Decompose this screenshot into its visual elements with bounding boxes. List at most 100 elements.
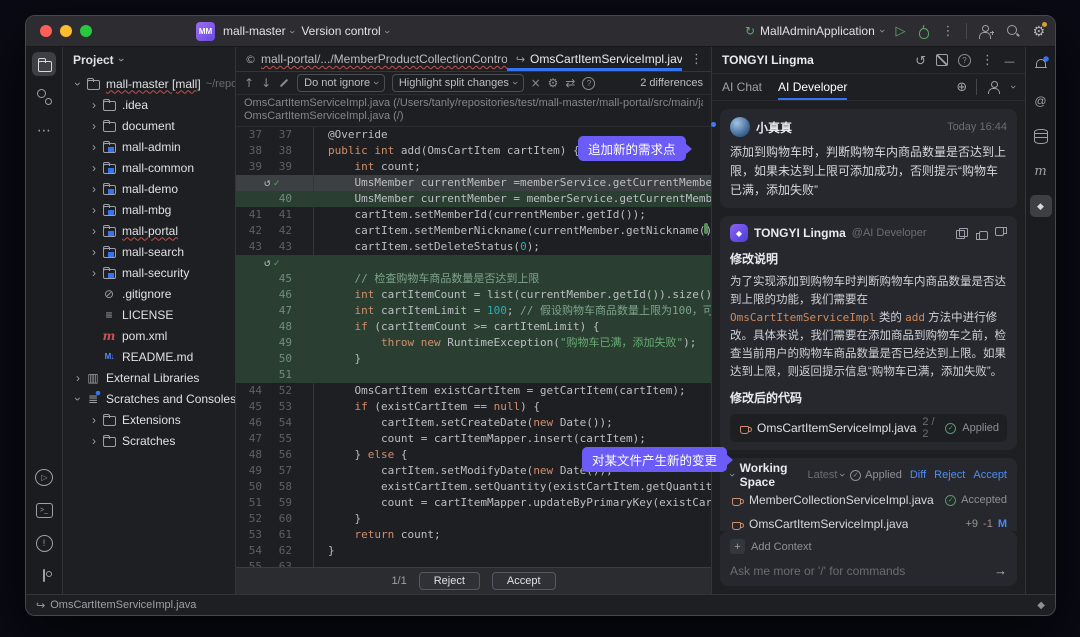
tool-strip-icon[interactable] bbox=[32, 531, 56, 555]
help-icon[interactable] bbox=[958, 53, 971, 67]
editor-tab-inactive[interactable]: mall-portal/.../MemberProductCollectionC… bbox=[236, 47, 507, 71]
code-line[interactable]: 50 58 existCartItem.setQuantity(existCar… bbox=[236, 479, 711, 495]
tree-item[interactable]: document bbox=[63, 115, 235, 136]
code-line[interactable]: 55 63 bbox=[236, 559, 711, 567]
tree-chevron-icon[interactable] bbox=[87, 140, 101, 154]
filter-dropdown[interactable]: Latest bbox=[808, 469, 845, 481]
tree-item[interactable]: mall-demo bbox=[63, 178, 235, 199]
code-line[interactable]: 39 39 int count; bbox=[236, 159, 711, 175]
scrollbar-change-marker[interactable] bbox=[704, 223, 708, 234]
diff-link[interactable]: Diff bbox=[910, 469, 926, 481]
code-line[interactable]: 54 62 } bbox=[236, 543, 711, 559]
minimize-window-button[interactable] bbox=[60, 25, 72, 37]
code-line[interactable]: 41 41 cartItem.setMemberId(currentMember… bbox=[236, 207, 711, 223]
tree-chevron-icon[interactable] bbox=[87, 245, 101, 259]
tool-strip-icon[interactable] bbox=[32, 118, 56, 142]
history-icon[interactable] bbox=[915, 52, 926, 68]
tool-strip-icon[interactable] bbox=[1029, 195, 1052, 217]
tab-ai-developer[interactable]: AI Developer bbox=[778, 74, 848, 100]
revert-icon[interactable] bbox=[264, 175, 271, 191]
chevron-down-icon[interactable] bbox=[726, 473, 738, 477]
send-icon[interactable] bbox=[994, 563, 1007, 578]
tab-options-icon[interactable] bbox=[690, 53, 703, 66]
chat-input-box[interactable]: Add Context Ask me more or '/' for comma… bbox=[720, 531, 1017, 586]
accept-all-link[interactable]: Accept bbox=[973, 469, 1007, 481]
highlight-mode-dropdown[interactable]: Highlight split changes bbox=[391, 74, 524, 92]
chevron-down-icon[interactable] bbox=[1007, 85, 1019, 89]
code-line[interactable]: 42 42 cartItem.setMemberNickname(current… bbox=[236, 223, 711, 239]
ignore-policy-dropdown[interactable]: Do not ignore bbox=[297, 74, 385, 92]
search-everywhere-icon[interactable] bbox=[1006, 24, 1020, 38]
tree-chevron-icon[interactable] bbox=[87, 182, 101, 196]
code-line[interactable]: 43 43 cartItem.setDeleteStatus(0); bbox=[236, 239, 711, 255]
run-configuration-select[interactable]: MallAdminApplication bbox=[745, 24, 883, 38]
tree-item[interactable]: LICENSE bbox=[63, 304, 235, 325]
vcs-menu[interactable]: Version control bbox=[301, 24, 388, 38]
next-change-icon[interactable] bbox=[261, 77, 271, 89]
close-window-button[interactable] bbox=[40, 25, 52, 37]
tree-chevron-icon[interactable] bbox=[87, 413, 101, 427]
accept-button[interactable]: Accept bbox=[491, 572, 556, 590]
code-line[interactable]: 47 int cartItemLimit = 100; // 假设购物车商品数量… bbox=[236, 303, 711, 319]
diff-code-area[interactable]: 37 37 @Override 38 38 public int add(Oms… bbox=[236, 127, 711, 567]
tree-item[interactable]: mall-portal bbox=[63, 220, 235, 241]
thumbs-down-icon[interactable] bbox=[996, 228, 1007, 239]
tree-item[interactable]: Extensions bbox=[63, 409, 235, 430]
tree-chevron-icon[interactable] bbox=[87, 203, 101, 217]
tool-strip-icon[interactable] bbox=[1030, 125, 1052, 147]
working-space-file-row[interactable]: MemberCollectionServiceImpl.java Accepte… bbox=[720, 488, 1017, 512]
code-line[interactable]: 51 bbox=[236, 367, 711, 383]
chat-scroll-area[interactable]: 小真真 Today 16:44 添加到购物车时，判断购物车内商品数量是否达到上限… bbox=[712, 101, 1025, 531]
tree-item[interactable]: pom.xml bbox=[63, 325, 235, 346]
diff-settings-icon[interactable] bbox=[548, 77, 559, 89]
tool-strip-icon[interactable] bbox=[32, 465, 56, 489]
tree-chevron-icon[interactable] bbox=[87, 161, 101, 175]
edit-icon[interactable] bbox=[278, 77, 290, 89]
add-context-chip[interactable]: Add Context bbox=[730, 539, 1007, 554]
swap-sides-icon[interactable] bbox=[565, 77, 575, 89]
minimize-panel-icon[interactable] bbox=[1004, 52, 1015, 68]
tree-item[interactable]: mall-common bbox=[63, 157, 235, 178]
reject-all-link[interactable]: Reject bbox=[934, 469, 965, 481]
working-space-file-row[interactable]: OmsCartItemServiceImpl.java +9 -1 M bbox=[720, 512, 1017, 531]
accept-check-icon[interactable] bbox=[274, 175, 280, 192]
more-options-icon[interactable] bbox=[981, 54, 994, 67]
code-line[interactable]: 40 UmsMember currentMember = memberServi… bbox=[236, 191, 711, 207]
tree-chevron-icon[interactable] bbox=[87, 119, 101, 133]
tree-item[interactable]: .gitignore bbox=[63, 283, 235, 304]
code-line[interactable] bbox=[236, 255, 711, 271]
tool-strip-icon[interactable] bbox=[32, 52, 56, 76]
chat-input-placeholder[interactable]: Ask me more or '/' for commands bbox=[730, 564, 905, 578]
run-button[interactable] bbox=[895, 23, 905, 39]
tree-item[interactable]: mall-master [mall] ~/repositories bbox=[63, 73, 235, 94]
settings-gear-icon[interactable] bbox=[1032, 21, 1047, 40]
agents-icon[interactable] bbox=[986, 80, 1002, 94]
tab-ai-chat[interactable]: AI Chat bbox=[722, 74, 762, 100]
tree-item[interactable]: mall-search bbox=[63, 241, 235, 262]
new-chat-icon[interactable] bbox=[936, 54, 948, 66]
tool-strip-icon[interactable] bbox=[32, 85, 56, 109]
tool-strip-icon[interactable] bbox=[32, 498, 56, 522]
debug-button[interactable] bbox=[917, 25, 930, 39]
code-line[interactable]: 48 if (cartItemCount >= cartItemLimit) { bbox=[236, 319, 711, 335]
tree-item[interactable]: Scratches and Consoles bbox=[63, 388, 235, 409]
code-with-me-icon[interactable] bbox=[979, 24, 995, 39]
status-bar-file[interactable]: OmsCartItemServiceImpl.java bbox=[50, 599, 196, 611]
tree-item[interactable]: mall-admin bbox=[63, 136, 235, 157]
tree-item[interactable]: External Libraries bbox=[63, 367, 235, 388]
code-line[interactable]: 53 61 return count; bbox=[236, 527, 711, 543]
tree-item[interactable]: mall-mbg bbox=[63, 199, 235, 220]
reject-button[interactable]: Reject bbox=[418, 572, 480, 590]
previous-change-icon[interactable] bbox=[244, 77, 254, 89]
code-line[interactable]: 49 throw new RuntimeException("购物车已满，添加失… bbox=[236, 335, 711, 351]
code-line[interactable]: 46 int cartItemCount = list(currentMembe… bbox=[236, 287, 711, 303]
code-line[interactable]: 46 54 cartItem.setCreateDate(new Date())… bbox=[236, 415, 711, 431]
accept-check-icon[interactable] bbox=[274, 255, 280, 272]
project-menu[interactable]: mall-master bbox=[223, 24, 293, 38]
modified-file-card[interactable]: OmsCartItemServiceImpl.java 2 / 2 Applie… bbox=[730, 414, 1007, 442]
tree-chevron-icon[interactable] bbox=[87, 224, 101, 238]
code-line[interactable]: 47 55 count = cartItemMapper.insert(cart… bbox=[236, 431, 711, 447]
lingma-status-icon[interactable] bbox=[1037, 600, 1045, 611]
tree-chevron-icon[interactable] bbox=[71, 392, 85, 406]
help-icon[interactable] bbox=[582, 76, 596, 90]
